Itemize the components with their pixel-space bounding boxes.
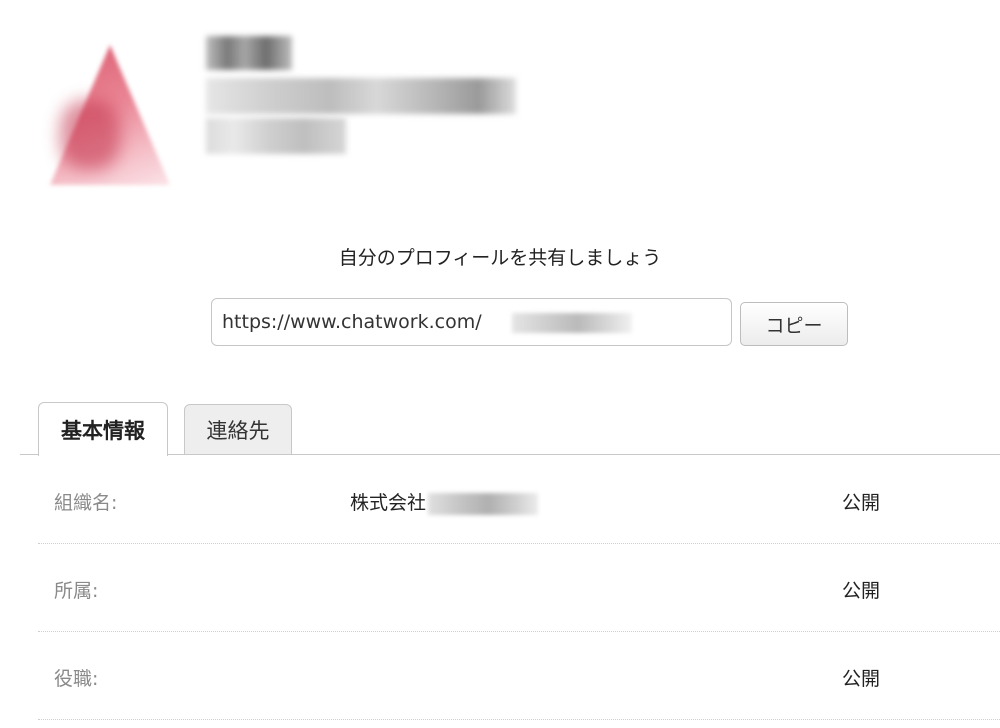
profile-url-field[interactable]: https://www.chatwork.com/: [211, 298, 732, 346]
profile-id-redacted: [206, 118, 346, 154]
info-row-department: 所属: 公開: [38, 544, 1000, 632]
tab-contact[interactable]: 連絡先: [184, 404, 292, 455]
row-label: 役職:: [54, 668, 99, 690]
row-visibility: 公開: [842, 668, 881, 690]
avatar-shade: [60, 100, 120, 170]
copy-button[interactable]: コピー: [740, 302, 848, 346]
row-visibility: 公開: [842, 492, 881, 514]
row-label: 所属:: [54, 580, 99, 602]
info-row-position: 役職: 公開: [38, 632, 1000, 720]
row-divider: [38, 719, 1000, 720]
row-label: 組織名:: [54, 492, 118, 514]
row-value: 株式会社: [350, 488, 539, 515]
row-value-text: 株式会社: [350, 492, 427, 514]
profile-url-text[interactable]: https://www.chatwork.com/: [222, 311, 482, 333]
profile-name-redacted: [206, 36, 292, 70]
row-value-redacted: [428, 492, 539, 515]
row-visibility: 公開: [842, 580, 881, 602]
profile-url-redacted: [512, 313, 632, 333]
share-profile-heading: 自分のプロフィールを共有しましょう: [338, 247, 662, 269]
profile-detail-redacted: [206, 78, 516, 114]
tab-basic-info[interactable]: 基本情報: [38, 402, 168, 456]
info-row-organization: 組織名: 株式会社 公開: [38, 456, 1000, 544]
profile-avatar: [40, 40, 180, 190]
